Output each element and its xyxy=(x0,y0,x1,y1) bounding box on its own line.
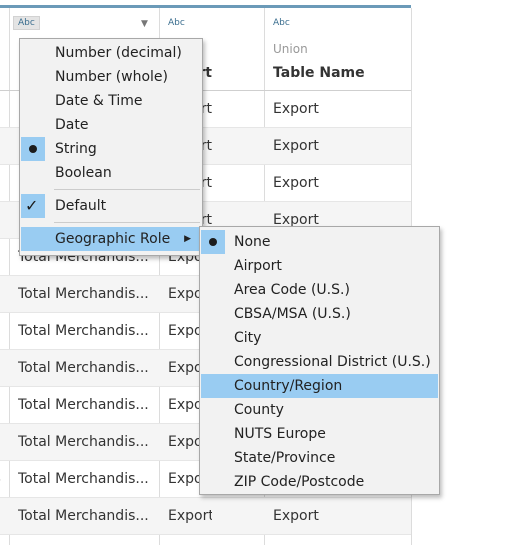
menu-item-nuts-europe[interactable]: NUTS Europe xyxy=(201,422,438,446)
table-cell: 5 xyxy=(0,128,8,165)
menu-item-none[interactable]: None xyxy=(201,230,438,254)
menu-item-label: Congressional District (U.S.) xyxy=(234,354,431,370)
menu-item-label: Boolean xyxy=(55,165,112,181)
menu-item-label: State/Province xyxy=(234,450,336,466)
menu-item-number-decimal[interactable]: Number (decimal) xyxy=(21,41,201,65)
geographic-role-submenu: None Airport Area Code (U.S.) CBSA/MSA (… xyxy=(199,226,440,495)
menu-item-label: None xyxy=(234,234,271,250)
menu-item-state-province[interactable]: State/Province xyxy=(201,446,438,470)
table-cell: 0 xyxy=(0,276,8,313)
menu-item-string[interactable]: String xyxy=(21,137,201,161)
menu-item-label: Number (decimal) xyxy=(55,45,182,61)
menu-item-label: Airport xyxy=(234,258,282,274)
table-row: 0 Total Merchandis... Export Export xyxy=(0,498,411,535)
table-cell: Total Merchandis... xyxy=(18,323,149,339)
table-cell: 5 xyxy=(0,165,8,202)
menu-item-label: String xyxy=(55,141,97,157)
table-cell: Total Merchandis... xyxy=(18,360,149,376)
menu-item-geographic-role[interactable]: Geographic Role ▶ xyxy=(21,227,201,251)
header-accent-bar xyxy=(0,5,411,8)
table-cell: 0 xyxy=(0,313,8,350)
table-cell: Export xyxy=(273,175,319,191)
menu-item-label: Area Code (U.S.) xyxy=(234,282,350,298)
table-cell: Total Merchandis... xyxy=(18,434,149,450)
menu-item-date-time[interactable]: Date & Time xyxy=(21,89,201,113)
table-cell: 8 xyxy=(0,424,8,461)
string-type-icon[interactable]: Abc xyxy=(168,18,185,28)
table-cell: Total Merchandis... xyxy=(18,471,149,487)
menu-item-label: Date xyxy=(55,117,89,133)
table-cell: 0 xyxy=(0,498,8,535)
menu-item-date[interactable]: Date xyxy=(21,113,201,137)
table-cell: Total Merchandis... xyxy=(18,286,149,302)
menu-item-country-region[interactable]: Country/Region xyxy=(201,374,438,398)
menu-item-label: City xyxy=(234,330,262,346)
table-cell: 7 xyxy=(0,387,8,424)
menu-item-label: Number (whole) xyxy=(55,69,169,85)
menu-item-cbsa-msa[interactable]: CBSA/MSA (U.S.) xyxy=(201,302,438,326)
table-cell: 8 xyxy=(0,239,8,276)
menu-item-label: County xyxy=(234,402,284,418)
menu-item-airport[interactable]: Airport xyxy=(201,254,438,278)
menu-item-congressional-district[interactable]: Congressional District (U.S.) xyxy=(201,350,438,374)
table-cell: Total Merchandis... xyxy=(18,397,149,413)
table-cell: 2 xyxy=(0,350,8,387)
menu-item-zip-code[interactable]: ZIP Code/Postcode xyxy=(201,470,438,494)
data-type-menu: Number (decimal) Number (whole) Date & T… xyxy=(19,38,203,256)
selected-indicator xyxy=(21,137,45,161)
menu-item-boolean[interactable]: Boolean xyxy=(21,161,201,185)
table-cell: Export xyxy=(273,138,319,154)
menu-item-label: Geographic Role xyxy=(55,231,171,247)
menu-item-number-whole[interactable]: Number (whole) xyxy=(21,65,201,89)
menu-item-label: Country/Region xyxy=(234,378,343,394)
menu-item-label: Date & Time xyxy=(55,93,143,109)
column-name: Table Name xyxy=(273,65,365,81)
table-cell: 5 xyxy=(0,202,8,239)
table-cell: Export xyxy=(273,508,319,524)
table-cell: Total Merchandis... xyxy=(18,508,149,524)
menu-separator xyxy=(54,222,200,223)
menu-separator xyxy=(54,189,200,190)
radio-dot-icon xyxy=(29,145,37,153)
table-cell: Export xyxy=(273,101,319,117)
selected-indicator: ✓ xyxy=(21,194,45,218)
string-type-icon[interactable]: Abc xyxy=(273,18,290,28)
menu-item-label: ZIP Code/Postcode xyxy=(234,474,365,490)
menu-item-area-code[interactable]: Area Code (U.S.) xyxy=(201,278,438,302)
column-source-label: Union xyxy=(273,42,308,56)
table-cell: 4 xyxy=(0,461,8,498)
menu-item-label: NUTS Europe xyxy=(234,426,326,442)
string-type-icon[interactable]: Abc xyxy=(13,16,40,30)
menu-item-label: Default xyxy=(55,198,107,214)
menu-item-county[interactable]: County xyxy=(201,398,438,422)
column-menu-dropdown-icon[interactable]: ▼ xyxy=(141,19,148,29)
table-cell: Export xyxy=(168,508,212,524)
radio-dot-icon xyxy=(209,238,217,246)
table-cell: 3 xyxy=(0,91,8,128)
menu-item-label: CBSA/MSA (U.S.) xyxy=(234,306,351,322)
selected-indicator xyxy=(201,230,225,254)
submenu-arrow-icon: ▶ xyxy=(184,234,191,244)
menu-item-default[interactable]: ✓ Default xyxy=(21,194,201,218)
menu-item-city[interactable]: City xyxy=(201,326,438,350)
checkmark-icon: ✓ xyxy=(25,196,39,215)
